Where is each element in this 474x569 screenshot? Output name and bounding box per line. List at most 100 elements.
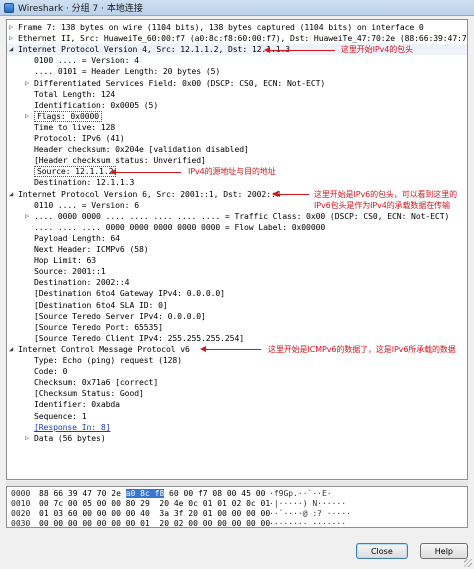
hex-row[interactable]: 0020 01 03 60 00 00 00 00 40 3a 3f 20 01 … (11, 509, 270, 519)
tree-row-label: 0110 .... = Version: 6 (34, 199, 140, 210)
ascii-row: ·f9Gp.··`··E· (269, 489, 332, 499)
ascii-text: ·f9Gp. (269, 489, 298, 498)
tree-row[interactable]: Identifier: 0xabda (7, 399, 467, 410)
hex-offset: 0000 (11, 489, 31, 498)
tree-row[interactable]: Time to live: 128 (7, 122, 467, 133)
tree-row[interactable]: Total Length: 124 (7, 89, 467, 100)
expand-icon[interactable]: ▷ (23, 433, 31, 444)
tree-row[interactable]: .... .... .... 0000 0000 0000 0000 0000 … (7, 222, 467, 233)
tree-row[interactable]: [Destination 6to4 Gateway IPv4: 0.0.0.0] (7, 288, 467, 299)
tree-row[interactable]: Hop Limit: 63 (7, 255, 467, 266)
packet-bytes-pane[interactable]: 0000 88 66 39 47 70 2e a0 8c f8 60 00 f7 … (6, 486, 468, 528)
hex-offset: 0020 (11, 509, 31, 518)
tree-row-label: .... 0101 = Header Length: 20 bytes (5) (34, 66, 221, 77)
annotation-note: 这里开始IPv4的包头 (341, 45, 413, 55)
tree-row[interactable]: ▷.... 0000 0000 .... .... .... .... ....… (7, 211, 467, 222)
tree-row[interactable]: Payload Length: 64 (7, 233, 467, 244)
window-titlebar: Wireshark · 分组 7 · 本地连接 (0, 0, 474, 16)
tree-row-label: Protocol: IPv6 (41) (34, 133, 125, 143)
tree-row[interactable]: Next Header: ICMPv6 (58) (7, 244, 467, 255)
tree-row[interactable]: Identification: 0x0005 (5) (7, 100, 467, 111)
tree-row-label: Hop Limit: 63 (34, 255, 97, 266)
annotation-arrow (200, 346, 261, 353)
hex-offset: 0010 (11, 499, 31, 508)
hex-row[interactable]: 0000 88 66 39 47 70 2e a0 8c f8 60 00 f7 … (11, 489, 265, 499)
ascii-text: ······· (307, 519, 347, 528)
ascii-text: ········ (269, 519, 308, 528)
tree-row[interactable]: ▷ Flags: 0x0000 (7, 110, 467, 122)
tree-row[interactable]: Checksum: 0x71a6 [correct] (7, 377, 467, 388)
tree-row[interactable]: Code: 0 (7, 366, 467, 377)
tree-row[interactable]: ▷ Data (56 bytes) (7, 433, 467, 444)
tree-row-label: Flags: 0x0000 (34, 110, 103, 122)
tree-row[interactable]: [Destination 6to4 SLA ID: 0] (7, 300, 467, 311)
collapse-icon[interactable]: ◢ (7, 344, 15, 355)
annotation-note: IPv4的源地址与目的地址 (188, 167, 276, 177)
tree-row[interactable]: 0100 .... = Version: 4 (7, 55, 467, 66)
hex-bytes: 00 00 00 00 00 00 00 01 20 02 00 00 00 0… (39, 519, 271, 528)
expand-icon[interactable]: ▷ (7, 33, 15, 44)
tree-row-label: Differentiated Services Field: 0x00 (DSC… (34, 77, 326, 88)
tree-row[interactable]: [Response In: 8] (7, 422, 467, 433)
hex-bytes: 00 7c 00 05 00 00 80 29 20 4e 0c 01 01 0… (39, 499, 271, 508)
tree-row-label: [Checksum Status: Good] (34, 388, 144, 399)
ascii-text: ··E· (312, 489, 332, 498)
tree-row-label: Total Length: 124 (34, 88, 116, 99)
close-button[interactable]: Close (355, 543, 408, 559)
collapse-icon[interactable]: ◢ (7, 189, 15, 200)
tree-row[interactable]: [Header checksum status: Unverified] (7, 155, 467, 166)
expand-icon[interactable]: ▷ (7, 22, 15, 33)
tree-row[interactable]: Destination: 12.1.1.3 (7, 177, 467, 188)
tree-row[interactable]: ▷ Frame 7: 138 bytes on wire (1104 bits),… (7, 22, 467, 33)
ascii-row: ··`····@ :? ····· (269, 509, 351, 519)
tree-row-label: .... 0000 0000 .... .... .... .... .... … (34, 210, 450, 221)
wireshark-icon (4, 2, 14, 13)
annotation-note: 这里开始是IPv6的包头，可以看到这里的 (314, 189, 458, 199)
hex-row[interactable]: 0030 00 00 00 00 00 00 00 01 20 02 00 00 … (11, 519, 271, 528)
tree-row[interactable]: ▷ Ethernet II, Src: HuaweiTe_60:00:f7 (a0… (7, 33, 467, 44)
tree-row[interactable]: ▷ Differentiated Services Field: 0x00 (DS… (7, 78, 467, 89)
ascii-row: ·|·····) N······ (269, 499, 346, 509)
tree-row[interactable]: Destination: 2002::4 (7, 277, 467, 288)
tree-row-label: Payload Length: 64 (34, 232, 120, 243)
expand-icon[interactable]: ▷ (23, 211, 31, 222)
tree-row-label: Identifier: 0xabda (34, 399, 120, 410)
resize-grip-icon[interactable] (464, 559, 472, 567)
window-title: Wireshark · 分组 7 · 本地连接 (18, 4, 143, 14)
ascii-text: ·|·····) (269, 499, 308, 508)
tree-row[interactable]: Sequence: 1 (7, 411, 467, 422)
tree-row[interactable]: [Source Teredo Server IPv4: 0.0.0.0] (7, 311, 467, 322)
expand-icon[interactable]: ▷ (23, 111, 31, 122)
annotation-arrow (264, 46, 335, 53)
tree-row-label: Ethernet II, Src: HuaweiTe_60:00:f7 (a0:… (18, 33, 468, 44)
tree-row-label: [Destination 6to4 SLA ID: 0] (34, 299, 168, 310)
tree-row-label: [Source Teredo Server IPv4: 0.0.0.0] (34, 310, 206, 321)
tree-row[interactable]: Type: Echo (ping) request (128) (7, 355, 467, 366)
tree-row[interactable]: Protocol: IPv6 (41) (7, 133, 467, 144)
annotation-note: 这里开始是ICMPv6的数据了，这是IPv6所承载的数据 (268, 344, 456, 354)
tree-row[interactable]: [Source Teredo Port: 65535] (7, 322, 467, 333)
tree-row-label: Code: 0 (34, 366, 68, 377)
expand-icon[interactable]: ▷ (23, 78, 31, 89)
tree-row-label: Next Header: ICMPv6 (58) (34, 244, 149, 254)
tree-row-label: Time to live: 128 (34, 121, 116, 132)
tree-row[interactable]: [Source Teredo Client IPv4: 255.255.255.… (7, 333, 467, 344)
annotation-note: IPv6包头是作为IPv4的承载数据在传输 (314, 200, 450, 210)
annotation-arrow (272, 191, 309, 197)
tree-row-label: Source: 2001::1 (34, 266, 106, 277)
tree-row-label: Identification: 0x0005 (5) (34, 99, 159, 110)
hex-offset: 0030 (11, 519, 31, 528)
tree-row[interactable]: [Checksum Status: Good] (7, 388, 467, 399)
tree-row-label: Internet Control Message Protocol v6 (18, 343, 190, 354)
help-button[interactable]: Help (419, 543, 468, 559)
tree-row-label[interactable]: [Response In: 8] (34, 422, 110, 433)
tree-row[interactable]: .... 0101 = Header Length: 20 bytes (5) (7, 66, 467, 77)
ascii-row: ········ ······· (269, 519, 347, 528)
packet-details-tree[interactable]: ▷ Frame 7: 138 bytes on wire (1104 bits),… (6, 19, 468, 480)
collapse-icon[interactable]: ◢ (7, 44, 15, 55)
hex-bytes: 60 00 f7 08 00 45 00 (164, 489, 266, 498)
tree-row[interactable]: Header checksum: 0x204e [validation disa… (7, 144, 467, 155)
hex-row[interactable]: 0010 00 7c 00 05 00 00 80 29 20 4e 0c 01 … (11, 499, 270, 509)
hex-bytes: 01 03 60 00 00 00 00 40 3a 3f 20 01 00 0… (39, 509, 271, 518)
tree-row[interactable]: Source: 2001::1 (7, 266, 467, 277)
